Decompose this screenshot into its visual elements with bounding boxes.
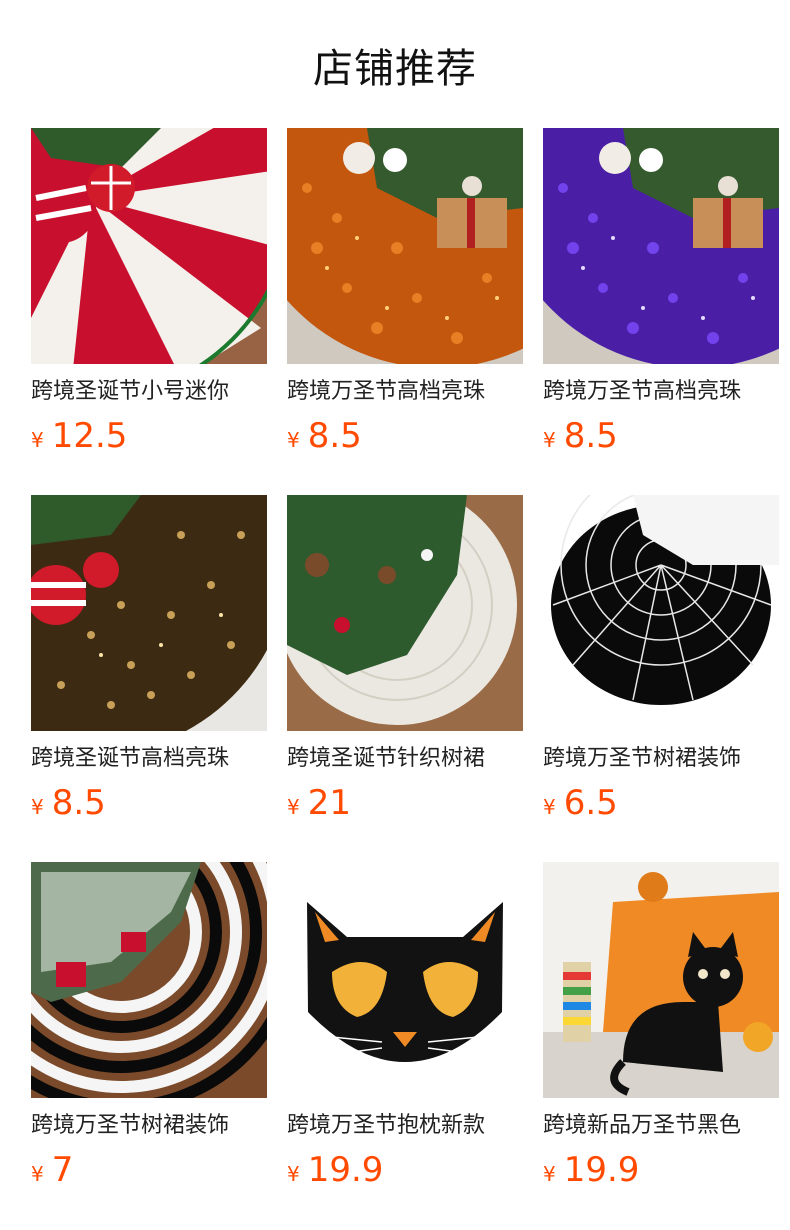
- currency-symbol: ¥: [543, 428, 556, 452]
- product-card[interactable]: 跨境圣诞节高档亮珠 ¥ 8.5: [31, 495, 267, 862]
- product-name[interactable]: 跨境万圣节高档亮珠: [543, 376, 779, 408]
- currency-symbol: ¥: [287, 1162, 300, 1186]
- product-image-black-cat-plush-pillow[interactable]: [543, 862, 779, 1098]
- product-image-purple-sequin-tree-skirt[interactable]: [543, 128, 779, 364]
- currency-symbol: ¥: [543, 795, 556, 819]
- product-name[interactable]: 跨境万圣节树裙装饰: [543, 743, 779, 775]
- product-image-red-white-swirl-tree-skirt[interactable]: [31, 128, 267, 364]
- price-value: 19.9: [563, 1150, 640, 1190]
- price-value: 21: [307, 783, 351, 823]
- product-image-gold-sequin-tree-skirt[interactable]: [31, 495, 267, 731]
- currency-symbol: ¥: [31, 428, 44, 452]
- currency-symbol: ¥: [287, 428, 300, 452]
- product-image-black-cat-face-pillow[interactable]: [287, 862, 523, 1098]
- product-card[interactable]: 跨境万圣节树裙装饰 ¥ 7: [31, 862, 267, 1229]
- product-price: ¥ 12.5: [31, 416, 267, 456]
- product-name[interactable]: 跨境万圣节抱枕新款: [287, 1110, 523, 1142]
- currency-symbol: ¥: [543, 1162, 556, 1186]
- product-card[interactable]: 跨境新品万圣节黑色 ¥ 19.9: [543, 862, 779, 1229]
- product-price: ¥ 21: [287, 783, 523, 823]
- product-price: ¥ 8.5: [31, 783, 267, 823]
- product-name[interactable]: 跨境圣诞节针织树裙: [287, 743, 523, 775]
- product-price: ¥ 8.5: [543, 416, 779, 456]
- price-value: 8.5: [563, 416, 618, 456]
- product-image-orange-sequin-tree-skirt[interactable]: [287, 128, 523, 364]
- product-price: ¥ 19.9: [287, 1150, 523, 1190]
- price-value: 8.5: [51, 783, 106, 823]
- product-card[interactable]: 跨境圣诞节针织树裙 ¥ 21: [287, 495, 523, 862]
- product-name[interactable]: 跨境圣诞节高档亮珠: [31, 743, 267, 775]
- currency-symbol: ¥: [287, 795, 300, 819]
- price-value: 6.5: [563, 783, 618, 823]
- product-grid: 跨境圣诞节小号迷你 ¥ 12.5 跨境万圣节高档亮珠 ¥ 8.5 跨境万圣节高档…: [31, 128, 779, 1229]
- product-image-black-white-stripe-tree-skirt[interactable]: [31, 862, 267, 1098]
- product-name[interactable]: 跨境圣诞节小号迷你: [31, 376, 267, 408]
- price-value: 19.9: [307, 1150, 384, 1190]
- product-price: ¥ 19.9: [543, 1150, 779, 1190]
- product-card[interactable]: 跨境万圣节高档亮珠 ¥ 8.5: [543, 128, 779, 495]
- product-card[interactable]: 跨境万圣节高档亮珠 ¥ 8.5: [287, 128, 523, 495]
- currency-symbol: ¥: [31, 1162, 44, 1186]
- product-name[interactable]: 跨境万圣节树裙装饰: [31, 1110, 267, 1142]
- product-name[interactable]: 跨境新品万圣节黑色: [543, 1110, 779, 1142]
- currency-symbol: ¥: [31, 795, 44, 819]
- product-image-white-knit-tree-skirt[interactable]: [287, 495, 523, 731]
- product-card[interactable]: 跨境圣诞节小号迷你 ¥ 12.5: [31, 128, 267, 495]
- product-price: ¥ 7: [31, 1150, 267, 1190]
- price-value: 7: [51, 1150, 74, 1190]
- product-name[interactable]: 跨境万圣节高档亮珠: [287, 376, 523, 408]
- product-card[interactable]: 跨境万圣节抱枕新款 ¥ 19.9: [287, 862, 523, 1229]
- product-price: ¥ 8.5: [287, 416, 523, 456]
- page-title: 店铺推荐: [313, 46, 477, 92]
- price-value: 8.5: [307, 416, 362, 456]
- product-price: ¥ 6.5: [543, 783, 779, 823]
- price-value: 12.5: [51, 416, 128, 456]
- product-card[interactable]: 跨境万圣节树裙装饰 ¥ 6.5: [543, 495, 779, 862]
- product-image-spiderweb-tree-skirt[interactable]: [543, 495, 779, 731]
